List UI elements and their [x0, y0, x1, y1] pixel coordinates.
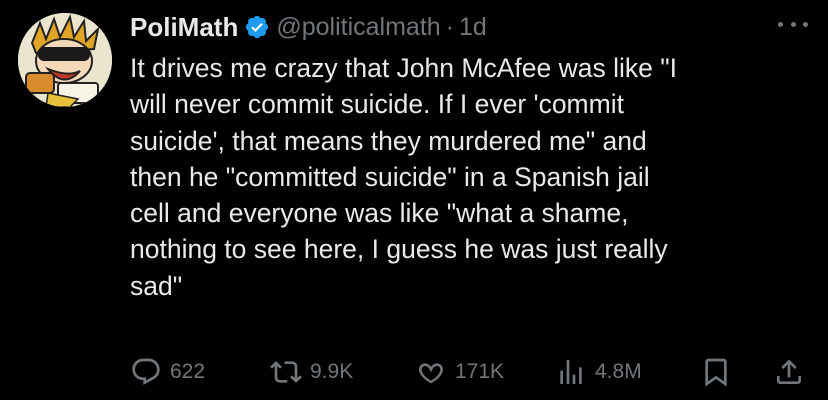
- separator-dot: ·: [445, 12, 455, 41]
- reply-icon: [132, 358, 160, 385]
- views-chart-icon: [560, 360, 582, 384]
- tweet-text: It drives me crazy that John McAfee was …: [130, 53, 677, 301]
- reply-button[interactable]: 622: [130, 352, 205, 392]
- author-handle[interactable]: @politicalmath: [276, 13, 440, 42]
- share-button[interactable]: [773, 352, 805, 392]
- share-icon: [777, 359, 801, 384]
- like-button[interactable]: 171K: [415, 352, 504, 392]
- more-dots-icon: [803, 21, 808, 27]
- views-button[interactable]: 4.8M: [555, 352, 642, 392]
- more-options-button[interactable]: [778, 14, 808, 34]
- action-bar: 622 9.9K 171K 4.8M: [130, 352, 810, 392]
- retweet-button[interactable]: 9.9K: [270, 352, 353, 392]
- views-count: 4.8M: [595, 360, 642, 383]
- more-dots-icon: [778, 21, 783, 27]
- timestamp[interactable]: 1d: [459, 13, 487, 42]
- more-dots-icon: [790, 21, 796, 27]
- author-name[interactable]: PoliMath: [130, 12, 238, 43]
- like-count: 171K: [455, 360, 505, 383]
- heart-icon: [419, 363, 443, 384]
- bookmark-icon: [705, 358, 727, 387]
- reply-count: 622: [170, 360, 206, 383]
- tweet[interactable]: PoliMath @politicalmath · 1d It drives m…: [0, 0, 828, 400]
- avatar-cartoon-image: [18, 13, 112, 107]
- retweet-count: 9.9K: [310, 360, 354, 383]
- retweet-icon: [270, 361, 302, 383]
- tweet-header: PoliMath @politicalmath · 1d: [130, 8, 487, 46]
- verified-badge-icon: [244, 14, 270, 40]
- avatar[interactable]: [18, 13, 112, 107]
- bookmark-button[interactable]: [700, 352, 732, 392]
